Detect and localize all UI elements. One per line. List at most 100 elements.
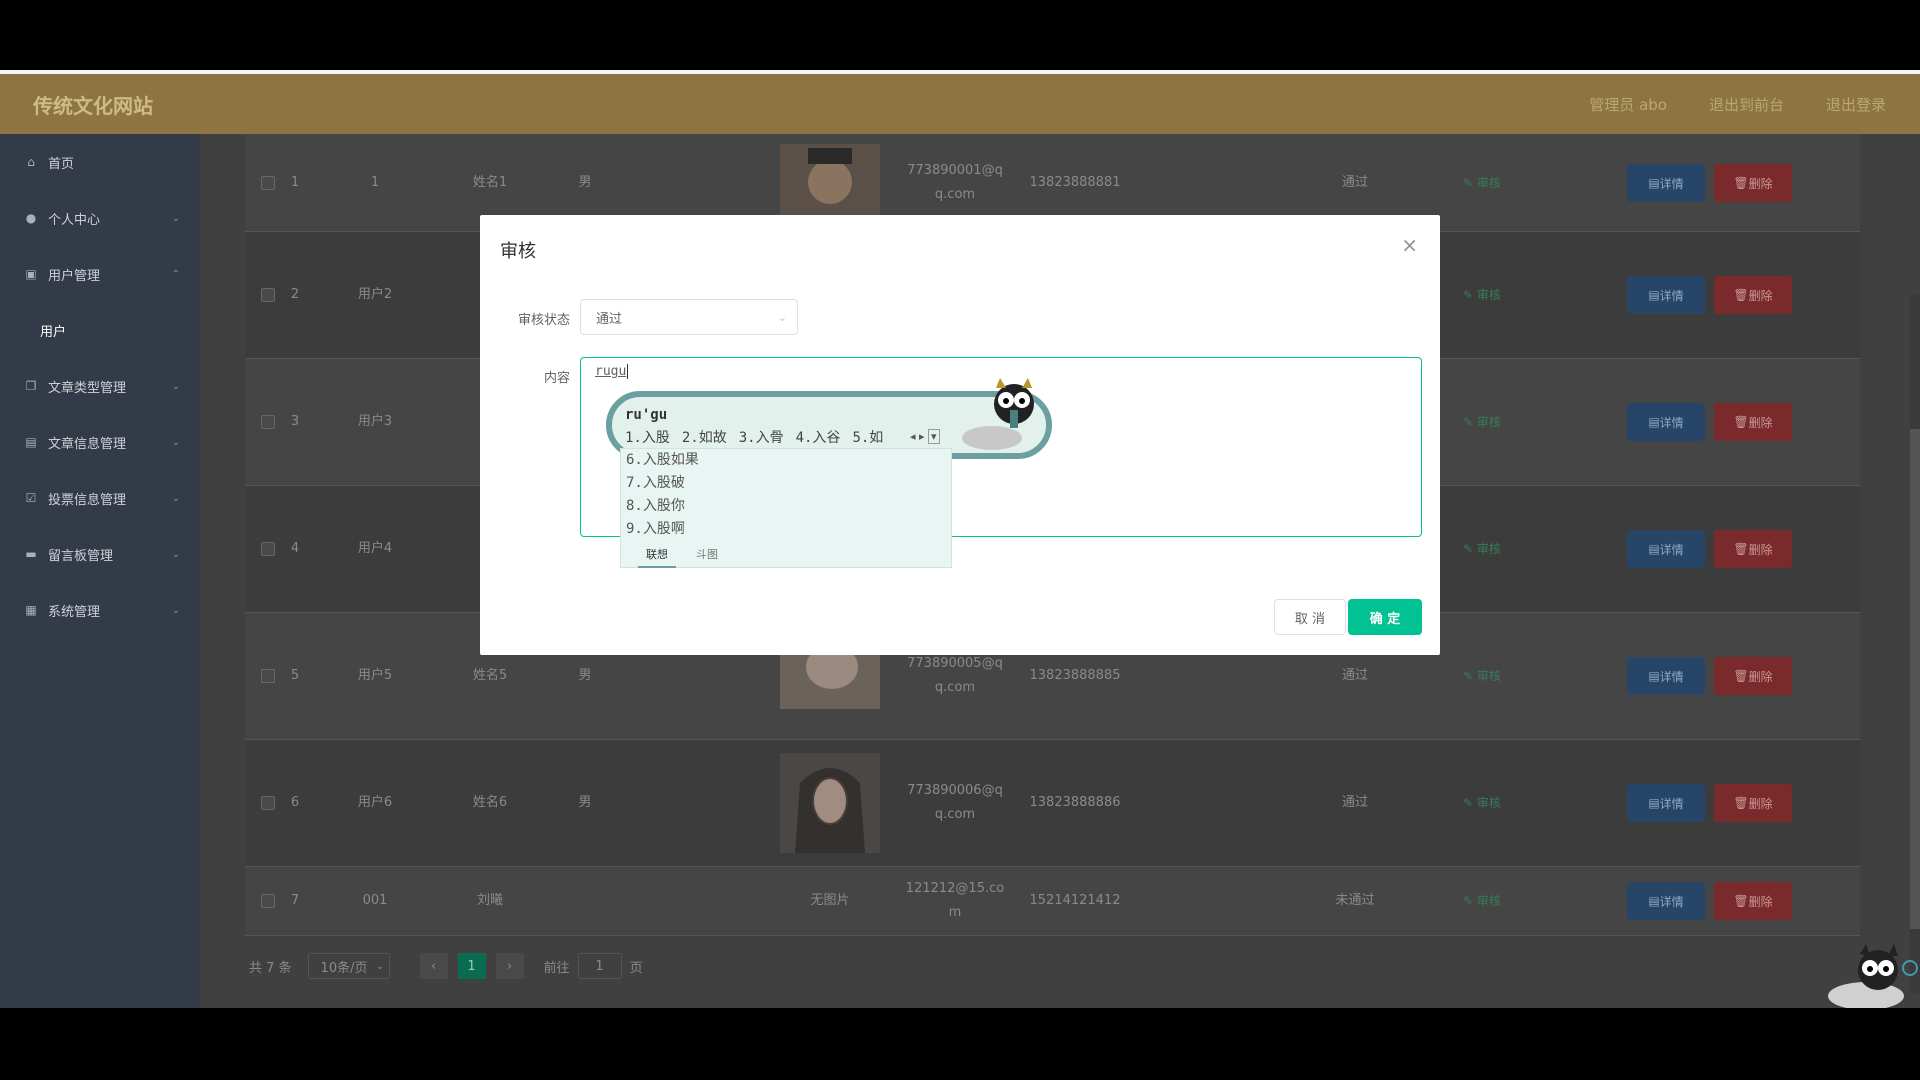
chevron-down-icon: ⌄ (171, 212, 180, 224)
ime-expand-icon[interactable]: ▾ (928, 429, 940, 444)
delete-label: 删除 (1748, 176, 1773, 191)
chevron-down-icon: ⌄ (777, 310, 787, 324)
cell-account: 用户6 (357, 795, 393, 810)
status-select[interactable]: 通过 ⌄ (580, 299, 798, 335)
sidebar-item-article-type[interactable]: ❐ 文章类型管理 ⌄ (0, 358, 200, 414)
delete-label: 删除 (1748, 415, 1773, 430)
message-icon: ▬ (25, 547, 37, 561)
audit-label: 审核 (1476, 176, 1501, 190)
detail-button[interactable]: ▤ 详情 (1627, 882, 1705, 920)
row-checkbox[interactable] (261, 542, 275, 556)
ime-tab-sticker[interactable]: 斗图 (696, 546, 718, 568)
next-page-button[interactable]: › (495, 953, 524, 979)
row-checkbox[interactable] (261, 415, 275, 429)
ime-tab-association[interactable]: 联想 (638, 546, 676, 568)
page-suffix: 页 (629, 960, 643, 976)
user-icon: ● (25, 211, 37, 225)
sidebar-item-article-info[interactable]: ▤ 文章信息管理 ⌄ (0, 414, 200, 470)
scrollbar-thumb[interactable] (1910, 429, 1920, 929)
detail-button[interactable]: ▤ 详情 (1627, 530, 1705, 568)
settings-icon: ▦ (25, 603, 37, 617)
ime-candidate[interactable]: 2.如故 (682, 427, 727, 447)
detail-label: 详情 (1659, 415, 1684, 430)
delete-button[interactable]: 🗑 删除 (1714, 882, 1792, 920)
detail-button[interactable]: ▤ 详情 (1627, 403, 1705, 441)
ime-candidate[interactable]: 9.入股啊 (621, 518, 951, 541)
cell-index: 5 (290, 668, 300, 683)
detail-button[interactable]: ▤ 详情 (1627, 276, 1705, 314)
sidebar-item-label: 留言板管理 (48, 548, 114, 564)
ime-candidate[interactable]: 8.入股你 (621, 495, 951, 518)
detail-button[interactable]: ▤ 详情 (1627, 657, 1705, 695)
sidebar-item-label: 文章类型管理 (48, 380, 127, 396)
audit-link[interactable]: ✎ 审核 (1463, 286, 1501, 303)
goto-input[interactable]: 1 (577, 953, 622, 979)
sidebar-item-vote-info[interactable]: ☑ 投票信息管理 ⌄ (0, 470, 200, 526)
chevron-up-icon: ⌃ (171, 268, 180, 280)
cell-name: 刘曦 (476, 893, 503, 908)
sidebar-item-message-board[interactable]: ▬ 留言板管理 ⌄ (0, 526, 200, 582)
logout-link[interactable]: 退出登录 (1826, 94, 1886, 115)
cell-gender: 男 (578, 668, 592, 683)
status-value: 通过 (596, 311, 623, 327)
detail-label: 详情 (1659, 176, 1684, 191)
detail-button[interactable]: ▤ 详情 (1627, 164, 1705, 202)
audit-link[interactable]: ✎ 审核 (1463, 667, 1501, 684)
bottom-black-bar (0, 1008, 1920, 1080)
current-page-button[interactable]: 1 (457, 953, 486, 979)
detail-label: 详情 (1659, 542, 1684, 557)
row-checkbox[interactable] (261, 669, 275, 683)
ime-candidates-row: 1.入股 2.如故 3.入骨 4.入谷 5.如 (625, 427, 883, 447)
cancel-button[interactable]: 取 消 (1274, 599, 1346, 635)
delete-button[interactable]: 🗑 删除 (1714, 784, 1792, 822)
delete-button[interactable]: 🗑 删除 (1714, 530, 1792, 568)
chevron-down-icon: ⌄ (375, 960, 384, 972)
ime-candidate[interactable]: 3.入骨 (739, 427, 784, 447)
detail-label: 详情 (1659, 894, 1684, 909)
sidebar-item-label: 系统管理 (48, 604, 101, 620)
audit-link[interactable]: ✎ 审核 (1463, 413, 1501, 430)
delete-label: 删除 (1748, 542, 1773, 557)
sidebar-item-personal[interactable]: ● 个人中心 ⌄ (0, 190, 200, 246)
ime-candidate[interactable]: 6.入股如果 (621, 449, 951, 472)
total-count: 共 7 条 (249, 960, 292, 976)
audit-link[interactable]: ✎ 审核 (1463, 540, 1501, 557)
ime-candidate[interactable]: 4.入谷 (796, 427, 841, 447)
sidebar-item-home[interactable]: ⌂ 首页 (0, 134, 200, 190)
audit-link[interactable]: ✎ 审核 (1463, 794, 1501, 811)
sidebar-item-label: 个人中心 (48, 212, 101, 228)
page-size-select[interactable]: 10条/页 ⌄ (307, 953, 390, 979)
delete-button[interactable]: 🗑 删除 (1714, 164, 1792, 202)
ime-candidate[interactable]: 7.入股破 (621, 472, 951, 495)
row-checkbox[interactable] (261, 894, 275, 908)
ime-candidate[interactable]: 5.如 (852, 427, 883, 447)
detail-button[interactable]: ▤ 详情 (1627, 784, 1705, 822)
document-icon: ▤ (25, 435, 37, 449)
audit-link[interactable]: ✎ 审核 (1463, 892, 1501, 909)
sidebar-item-user-management[interactable]: ▣ 用户管理 ⌃ (0, 246, 200, 302)
delete-button[interactable]: 🗑 删除 (1714, 403, 1792, 441)
chevron-down-icon: ⌄ (171, 380, 180, 392)
confirm-button[interactable]: 确 定 (1348, 599, 1422, 635)
admin-user-link[interactable]: 管理员 abo (1589, 94, 1667, 115)
ime-candidate[interactable]: 1.入股 (625, 427, 670, 447)
row-checkbox[interactable] (261, 796, 275, 810)
prev-page-button[interactable]: ‹ (419, 953, 448, 979)
row-checkbox[interactable] (261, 288, 275, 302)
ime-page-arrows[interactable]: ◂ ▸ ▾ (910, 429, 940, 444)
cell-index: 3 (290, 414, 300, 429)
row-checkbox[interactable] (261, 176, 275, 190)
audit-link[interactable]: ✎ 审核 (1463, 174, 1501, 191)
chevron-down-icon: ⌄ (171, 492, 180, 504)
cell-email: 773890005@qq.com (907, 656, 1003, 695)
sidebar-item-system[interactable]: ▦ 系统管理 ⌄ (0, 582, 200, 638)
sidebar-item-user[interactable]: 用户 (0, 302, 200, 358)
detail-label: 详情 (1659, 669, 1684, 684)
close-icon[interactable]: × (1401, 233, 1418, 257)
cell-status: 未通过 (1335, 893, 1375, 908)
avatar (780, 753, 880, 853)
delete-button[interactable]: 🗑 删除 (1714, 657, 1792, 695)
cell-status: 通过 (1341, 175, 1368, 190)
front-page-link[interactable]: 退出到前台 (1709, 94, 1784, 115)
delete-button[interactable]: 🗑 删除 (1714, 276, 1792, 314)
